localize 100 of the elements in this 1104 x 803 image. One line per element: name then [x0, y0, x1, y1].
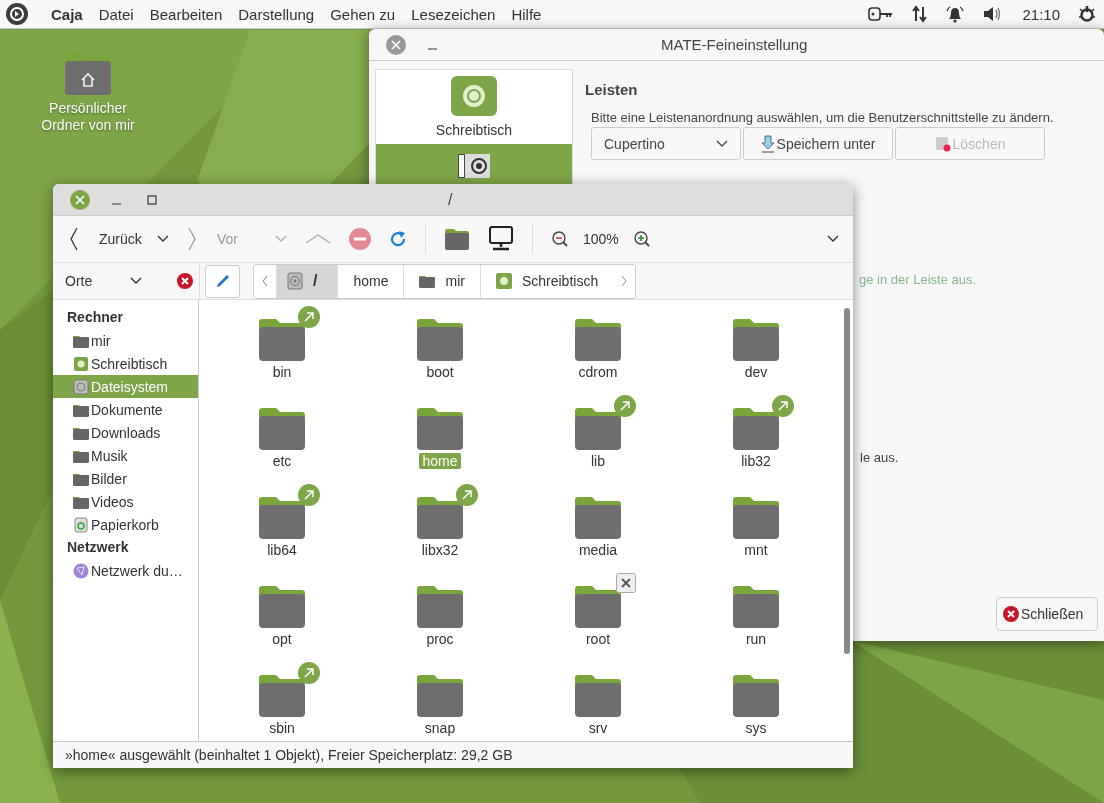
file-name[interactable]: opt — [269, 631, 295, 647]
menu-item[interactable]: Gehen zu — [322, 5, 404, 23]
file-name[interactable]: sbin — [266, 720, 298, 736]
clock[interactable]: 21:10 — [1022, 5, 1060, 23]
menu-item[interactable]: Lesezeichen — [403, 5, 504, 23]
sidebar-item[interactable]: Schreibtisch — [53, 352, 198, 375]
folder-icon[interactable] — [574, 585, 622, 629]
sidebar-item[interactable] — [376, 144, 572, 184]
window-title: MATE-Feineinstellung — [661, 36, 808, 53]
network-arrows-icon[interactable] — [912, 5, 929, 23]
zoom-out-icon[interactable] — [551, 230, 569, 248]
desktop-icon — [495, 273, 512, 289]
menu-item[interactable]: Hilfe — [503, 5, 550, 23]
edit-location-button[interactable] — [205, 264, 240, 298]
file-name[interactable]: etc — [269, 453, 295, 469]
file-name[interactable]: dev — [741, 364, 771, 380]
minimize-icon — [427, 47, 437, 50]
file-name[interactable]: lib32 — [738, 453, 774, 469]
description-text: Bitte eine Leistenanordnung auswählen, um die Benutzerschnittstelle zu ändern. — [591, 110, 1055, 125]
scrollbar[interactable] — [844, 308, 850, 654]
folder-icon[interactable] — [416, 496, 464, 540]
chevron-left-icon — [262, 275, 268, 287]
folder-icon — [73, 471, 89, 486]
menu-item[interactable]: Datei — [90, 5, 142, 23]
file-name[interactable]: bin — [269, 364, 295, 380]
computer-icon[interactable] — [488, 226, 514, 252]
app-menu[interactable]: Caja — [43, 5, 91, 23]
sidebar-item[interactable]: Musik — [53, 444, 198, 467]
folder-icon[interactable] — [258, 407, 306, 451]
file-name[interactable]: srv — [585, 720, 611, 736]
sidebar-item[interactable]: Videos — [53, 490, 198, 513]
bell-icon[interactable] — [946, 5, 965, 23]
file-name[interactable]: mnt — [741, 542, 771, 558]
sidebar-item[interactable]: Downloads — [53, 421, 198, 444]
menu-item[interactable]: Darstellung — [230, 5, 323, 23]
close-button[interactable] — [386, 34, 406, 55]
sidebar-item[interactable]: Schreibtisch — [376, 76, 572, 142]
file-name[interactable]: boot — [423, 364, 457, 380]
folder-icon[interactable] — [258, 674, 306, 718]
folder-icon[interactable] — [574, 407, 622, 451]
folder-icon[interactable] — [416, 674, 464, 718]
folder-icon[interactable] — [258, 318, 306, 362]
path-segment[interactable]: / — [276, 264, 338, 298]
close-sidebar-icon[interactable] — [177, 273, 193, 289]
key-icon[interactable] — [868, 6, 895, 22]
window-title: / — [448, 191, 453, 209]
drive-icon — [287, 272, 303, 290]
folder-icon — [419, 274, 436, 288]
file-name[interactable]: lib — [588, 453, 608, 469]
folder-icon[interactable] — [732, 496, 780, 540]
folder-icon[interactable] — [732, 585, 780, 629]
power-icon[interactable] — [1078, 5, 1096, 23]
folder-icon[interactable] — [732, 318, 780, 362]
network-icon — [73, 562, 89, 579]
folder-icon — [73, 425, 89, 440]
close-dialog-button[interactable]: Schließen — [996, 597, 1098, 631]
folder-icon[interactable] — [416, 318, 464, 362]
caret-icon[interactable] — [157, 235, 169, 243]
chevron-right-icon — [621, 275, 628, 287]
file-name[interactable]: snap — [421, 720, 459, 736]
home-folder-icon[interactable] — [64, 52, 112, 96]
menu-item[interactable]: Bearbeiten — [141, 5, 231, 23]
file-name[interactable]: root — [582, 631, 614, 647]
close-button[interactable] — [70, 189, 90, 210]
folder-icon[interactable] — [258, 496, 306, 540]
folder-icon[interactable] — [732, 674, 780, 718]
folder-icon[interactable] — [444, 227, 470, 251]
sidebar-item[interactable]: Dokumente — [53, 398, 198, 421]
file-name[interactable]: sys — [742, 720, 770, 736]
close-icon — [75, 194, 85, 205]
pencil-icon — [214, 273, 231, 289]
file-name[interactable]: proc — [423, 631, 457, 647]
logo-icon[interactable] — [5, 2, 29, 26]
sidebar-item[interactable]: Netzwerk du… — [53, 559, 198, 582]
zoom-in-icon[interactable] — [632, 230, 651, 248]
back-chevron-icon — [69, 227, 79, 251]
sidebar-item[interactable]: mir — [53, 329, 198, 352]
folder-icon[interactable] — [732, 407, 780, 451]
folder-icon[interactable] — [574, 496, 622, 540]
folder-icon — [73, 333, 89, 348]
sidebar-item[interactable]: Papierkorb — [53, 513, 198, 536]
folder-icon[interactable] — [258, 585, 306, 629]
caret-icon[interactable] — [827, 235, 839, 243]
layout-dropdown[interactable]: Cupertino — [591, 127, 741, 160]
folder-icon — [73, 448, 89, 463]
file-name[interactable]: cdrom — [575, 364, 621, 380]
folder-icon[interactable] — [416, 407, 464, 451]
folder-icon[interactable] — [574, 674, 622, 718]
file-name[interactable]: run — [742, 631, 770, 647]
folder-icon[interactable] — [574, 318, 622, 362]
reload-icon[interactable] — [389, 230, 407, 248]
file-name[interactable]: libx32 — [418, 542, 462, 558]
places-dropdown[interactable]: Orte — [53, 273, 155, 289]
volume-icon[interactable] — [982, 5, 1003, 23]
folder-icon — [73, 494, 89, 509]
file-name[interactable]: lib64 — [264, 542, 300, 558]
save-as-button[interactable]: Speichern unter — [743, 127, 893, 160]
folder-icon[interactable] — [416, 585, 464, 629]
sidebar-item[interactable]: Bilder — [53, 467, 198, 490]
file-name[interactable]: media — [575, 542, 621, 558]
